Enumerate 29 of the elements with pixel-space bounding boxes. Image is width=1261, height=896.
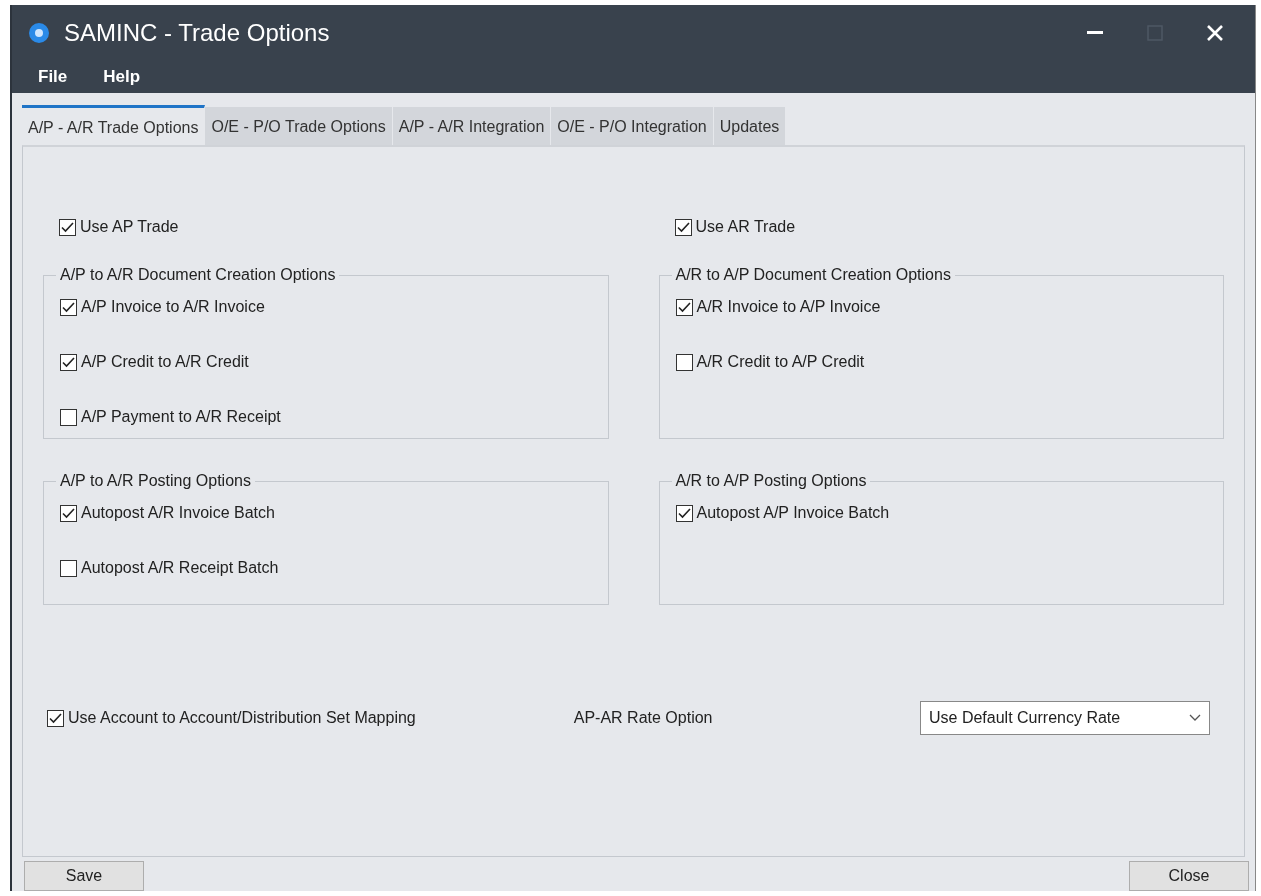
tab[interactable]: Updates [713,107,787,145]
menu-item[interactable]: Help [85,63,159,90]
checkbox[interactable]: Autopost A/R Receipt Batch [60,556,279,580]
checkbox[interactable]: A/R Credit to A/P Credit [675,350,865,374]
group-title: A/P to A/R Document Creation Options [59,267,337,283]
field-label: AP-AR Rate Option [573,708,713,728]
tab[interactable]: O/E - P/O Integration [551,107,714,145]
button[interactable]: Close [1129,861,1249,891]
checkbox[interactable]: Use Account to Account/Distribution Set Mapping [47,706,416,730]
button[interactable]: Save [24,861,144,891]
checkbox[interactable]: A/P Payment to A/R Receipt [60,405,281,429]
close-icon [1206,23,1224,42]
chevron-icon [1189,714,1201,722]
checkbox[interactable]: Use AR Trade [674,215,796,239]
menu-item[interactable]: File [20,63,86,90]
group-title: A/R to A/P Posting Options [674,473,868,489]
tab[interactable]: A/P - A/R Integration [392,107,552,145]
checkbox[interactable]: A/R Invoice to A/P Invoice [675,295,881,319]
tab[interactable]: O/E - P/O Trade Options [205,107,393,145]
checkbox[interactable]: A/P Invoice to A/R Invoice [60,295,265,319]
checkbox[interactable]: Use AP Trade [59,215,179,239]
group-title: A/P to A/R Posting Options [59,473,252,489]
group-title: A/R to A/P Document Creation Options [674,267,952,283]
checkbox[interactable]: A/P Credit to A/R Credit [60,350,249,374]
minimize-icon [1087,30,1103,35]
checkbox[interactable]: Autopost A/R Invoice Batch [60,501,275,525]
dropdown[interactable]: Use Default Currency Rate [920,701,1210,735]
checkbox[interactable]: Autopost A/P Invoice Batch [675,501,890,525]
window-title: SAMINC - Trade Options [64,17,330,48]
